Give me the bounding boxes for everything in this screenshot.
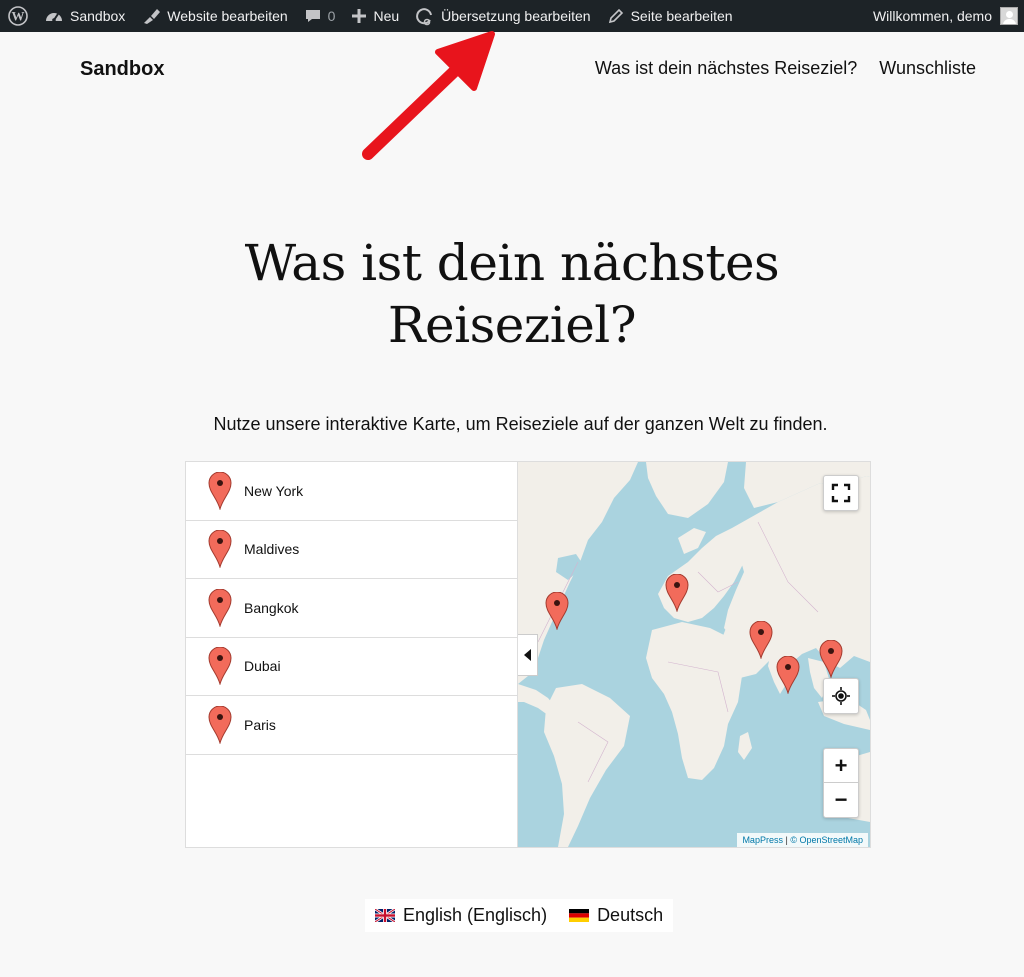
location-label: New York [244, 482, 304, 499]
map-pin-icon [208, 705, 232, 744]
fullscreen-button[interactable] [823, 475, 859, 511]
nav-item-next-destination[interactable]: Was ist dein nächstes Reiseziel? [595, 58, 857, 79]
wordpress-logo-button[interactable]: W [0, 0, 36, 32]
pencil-icon [608, 8, 623, 24]
dashboard-icon [46, 13, 62, 22]
main-navigation: Was ist dein nächstes Reiseziel? Wunschl… [595, 58, 976, 79]
new-content-menu[interactable]: Neu [343, 0, 407, 32]
greeting-label: Willkommen, demo [872, 8, 992, 24]
list-item-new-york[interactable]: New York [186, 462, 517, 521]
page-title-line-1: Was ist dein nächstes [244, 234, 780, 292]
map-marker-new-york[interactable] [545, 592, 569, 630]
page-title-line-2: Reiseziel? [387, 296, 637, 354]
map-marker-paris[interactable] [665, 574, 689, 612]
zoom-in-button[interactable]: + [824, 749, 858, 783]
map-pin-icon [208, 471, 232, 510]
mappress-link[interactable]: MapPress [742, 835, 783, 845]
map-pin-icon [208, 530, 232, 569]
location-label: Maldives [244, 541, 300, 558]
fullscreen-icon [831, 483, 851, 503]
page-title: Was ist dein nächstes Reiseziel? [0, 232, 1024, 356]
account-menu[interactable]: Willkommen, demo [865, 0, 1024, 32]
edit-site-menu[interactable]: Website bearbeiten [133, 0, 295, 32]
openstreetmap-link[interactable]: © OpenStreetMap [790, 835, 863, 845]
translation-icon [416, 8, 433, 26]
map-widget: New York Maldives Bangkok Dubai Paris + … [185, 461, 871, 848]
svg-text:W: W [12, 9, 25, 24]
list-item-paris[interactable]: Paris [186, 696, 517, 755]
world-map [518, 462, 870, 847]
map-marker-bangkok[interactable] [819, 640, 843, 678]
brush-icon [144, 9, 161, 24]
locate-me-button[interactable] [823, 678, 859, 714]
location-label: Paris [244, 716, 276, 733]
language-switcher: English (Englisch) Deutsch [365, 899, 674, 932]
comment-count: 0 [327, 8, 336, 24]
list-item-maldives[interactable]: Maldives [186, 521, 517, 579]
wordpress-icon: W [8, 6, 28, 26]
intro-text: Nutze unsere interaktive Karte, um Reise… [213, 414, 828, 434]
comment-icon [305, 10, 320, 22]
edit-site-label: Website bearbeiten [167, 8, 288, 24]
map-canvas[interactable]: + − MapPress | © OpenStreetMap [518, 462, 870, 847]
language-option-english[interactable]: English (Englisch) [375, 905, 547, 926]
language-label: Deutsch [597, 905, 664, 925]
zoom-control: + − [823, 748, 859, 818]
location-list: New York Maldives Bangkok Dubai Paris [186, 462, 518, 847]
triangle-left-icon [523, 649, 531, 661]
admin-bar: W Sandbox Website bearbeiten 0 Neu Übers… [0, 0, 1024, 32]
map-attribution: MapPress | © OpenStreetMap [737, 833, 868, 847]
comments-menu[interactable]: 0 [296, 0, 344, 32]
language-option-deutsch[interactable]: Deutsch [569, 905, 663, 926]
edit-page-label: Seite bearbeiten [630, 8, 733, 24]
attribution-separator: | [785, 835, 788, 845]
map-pin-icon [208, 647, 232, 686]
crosshair-icon [832, 687, 850, 705]
nav-item-wishlist[interactable]: Wunschliste [879, 58, 976, 79]
uk-flag-icon [375, 909, 395, 922]
avatar [1000, 7, 1018, 25]
map-marker-maldives[interactable] [776, 656, 800, 694]
collapse-list-button[interactable] [518, 634, 538, 676]
plus-icon [352, 9, 367, 23]
edit-page-menu[interactable]: Seite bearbeiten [599, 0, 741, 32]
list-item-bangkok[interactable]: Bangkok [186, 579, 517, 638]
language-label: English (Englisch) [403, 905, 548, 925]
location-label: Bangkok [244, 599, 299, 616]
map-pin-icon [208, 588, 232, 627]
site-name-label: Sandbox [70, 8, 126, 24]
zoom-out-button[interactable]: − [824, 783, 858, 817]
site-name-menu[interactable]: Sandbox [36, 0, 133, 32]
edit-translation-label: Übersetzung bearbeiten [441, 8, 591, 24]
location-label: Dubai [244, 658, 281, 675]
list-item-dubai[interactable]: Dubai [186, 638, 517, 696]
site-title[interactable]: Sandbox [80, 58, 164, 81]
germany-flag-icon [569, 909, 590, 922]
map-marker-dubai[interactable] [749, 621, 773, 659]
new-label: Neu [373, 8, 400, 24]
edit-translation-menu[interactable]: Übersetzung bearbeiten [407, 0, 598, 32]
